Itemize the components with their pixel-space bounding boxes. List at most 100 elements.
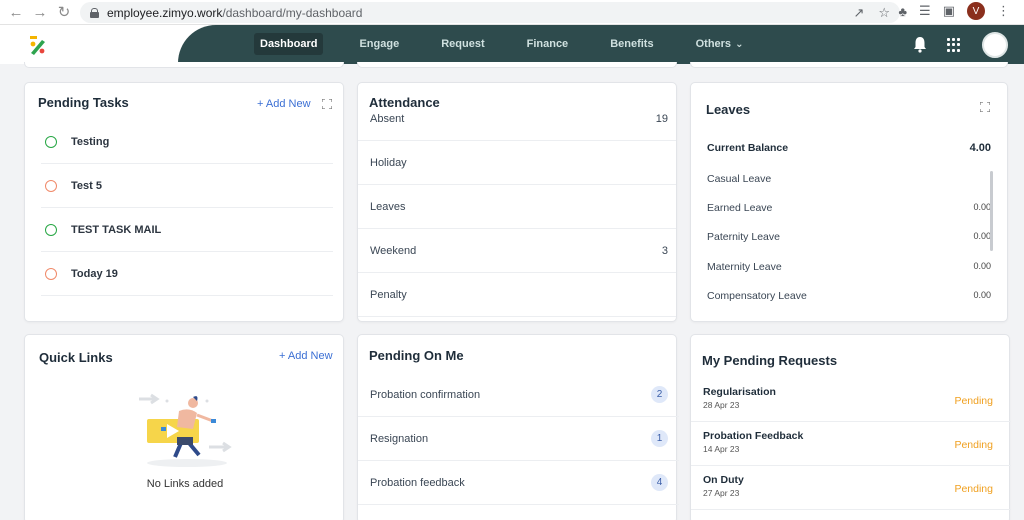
pending-item[interactable]: Probation confirmation 2 xyxy=(358,373,679,417)
task-label: Testing xyxy=(71,135,110,148)
card-edge xyxy=(24,62,344,68)
address-bar[interactable]: employee.zimyo.work/dashboard/my-dashboa… xyxy=(80,2,900,23)
attendance-label: Penalty xyxy=(370,288,407,301)
quick-links-card: Quick Links + Add New No Links added xyxy=(24,334,344,520)
empty-links-message: No Links added xyxy=(146,478,224,490)
attendance-list[interactable]: Absent 19 Holiday Leaves Weekend 3 Penalty xyxy=(358,113,676,321)
task-label: TEST TASK MAIL xyxy=(71,223,162,236)
attendance-row: Absent 19 xyxy=(358,113,676,141)
sidepanel-icon[interactable]: ▣ xyxy=(943,3,955,19)
quick-links-title: Quick Links xyxy=(39,350,113,365)
media-icon[interactable]: ☰ xyxy=(919,3,931,19)
main-nav: Dashboard Engage Request Finance Benefit… xyxy=(254,33,779,55)
zimyo-logo[interactable] xyxy=(27,34,49,56)
task-item[interactable]: TEST TASK MAIL xyxy=(41,208,333,252)
attendance-card: Attendance Absent 19 Holiday Leaves Weeke… xyxy=(357,82,677,322)
lock-icon xyxy=(90,7,99,18)
pending-tasks-title: Pending Tasks xyxy=(38,95,129,110)
leave-type-label: Maternity Leave xyxy=(707,261,782,273)
task-item[interactable]: Test 5 xyxy=(41,164,333,208)
expand-icon[interactable] xyxy=(322,99,332,109)
request-status: Pending xyxy=(954,483,993,495)
bell-icon[interactable] xyxy=(912,35,928,53)
reload-icon[interactable]: ↻ xyxy=(52,0,76,24)
nav-others[interactable]: Others ⌄ xyxy=(690,33,750,55)
request-title: On Duty xyxy=(703,474,744,486)
share-icon[interactable]: ↗ xyxy=(853,5,864,21)
nav-others-label: Others xyxy=(695,38,732,50)
request-item[interactable]: On Duty 27 Apr 23 Pending xyxy=(691,466,1011,510)
attendance-row: Penalty xyxy=(358,273,676,317)
apps-grid-icon[interactable] xyxy=(947,38,961,52)
request-title: Probation Feedback xyxy=(703,430,804,442)
count-badge: 4 xyxy=(651,474,668,491)
empty-state-illustration xyxy=(139,393,232,467)
status-circle-icon xyxy=(45,267,57,280)
attendance-label: Weekend xyxy=(370,244,417,257)
attendance-title: Attendance xyxy=(369,95,440,110)
leaves-title: Leaves xyxy=(706,102,751,117)
task-item[interactable]: Testing xyxy=(41,120,333,164)
leave-type-value: 0.00 xyxy=(973,231,991,241)
attendance-label: Holiday xyxy=(370,156,407,169)
request-status: Pending xyxy=(954,439,993,451)
nav-request[interactable]: Request xyxy=(435,33,490,55)
add-task-button[interactable]: + Add New xyxy=(257,98,311,110)
pending-on-me-title: Pending On Me xyxy=(369,348,464,363)
bookmark-star-icon[interactable]: ☆ xyxy=(878,5,890,21)
app-header: Dashboard Engage Request Finance Benefit… xyxy=(0,25,1024,64)
request-item[interactable]: Probation Feedback 14 Apr 23 Pending xyxy=(691,422,1011,466)
leave-type-value: 0.00 xyxy=(973,261,991,271)
add-link-button[interactable]: + Add New xyxy=(279,350,333,362)
leave-type-row: Paternity Leave 0.00 xyxy=(707,231,991,243)
user-avatar[interactable] xyxy=(982,32,1008,58)
attendance-row: Holiday xyxy=(358,141,676,185)
status-circle-icon xyxy=(45,223,57,236)
url-domain: employee.zimyo.work xyxy=(107,5,223,20)
current-balance-value: 4.00 xyxy=(969,142,991,154)
browser-profile-avatar[interactable]: V xyxy=(967,2,985,20)
card-edge xyxy=(690,62,1008,68)
my-pending-requests-title: My Pending Requests xyxy=(702,353,838,368)
nav-dashboard[interactable]: Dashboard xyxy=(254,33,324,55)
leaves-scrollbar[interactable] xyxy=(990,171,993,251)
browser-menu-icon[interactable]: ⋮ xyxy=(997,3,1010,19)
pending-on-me-card: Pending On Me Probation confirmation 2 Re… xyxy=(357,334,679,520)
leave-type-row: Compensatory Leave 0.00 xyxy=(707,290,991,302)
nav-engage[interactable]: Engage xyxy=(353,33,405,55)
task-label: Today 19 xyxy=(71,267,118,280)
extensions-icon[interactable]: ♣ xyxy=(899,4,908,19)
request-status: Pending xyxy=(954,395,993,407)
attendance-row: Weekend 3 xyxy=(358,229,676,273)
request-date: 14 Apr 23 xyxy=(703,444,740,454)
pending-item[interactable]: Resignation 1 xyxy=(358,417,679,461)
attendance-label: Leaves xyxy=(370,200,406,213)
leave-type-label: Casual Leave xyxy=(707,173,772,185)
count-badge: 2 xyxy=(651,386,668,403)
leave-type-label: Earned Leave xyxy=(707,202,773,214)
pending-item-label: Resignation xyxy=(370,432,429,445)
status-circle-icon xyxy=(45,179,57,192)
leave-type-label: Paternity Leave xyxy=(707,231,780,243)
count-badge: 1 xyxy=(651,430,668,447)
request-date: 27 Apr 23 xyxy=(703,488,740,498)
current-balance-label: Current Balance xyxy=(707,142,789,154)
attendance-row: Leaves xyxy=(358,185,676,229)
forward-icon[interactable]: → xyxy=(28,0,52,24)
leave-type-value: 0.00 xyxy=(973,202,991,212)
back-icon[interactable]: ← xyxy=(4,0,28,24)
pending-item-label: Probation feedback xyxy=(370,476,465,489)
leave-type-row: Casual Leave xyxy=(707,173,991,185)
expand-icon[interactable] xyxy=(980,102,990,112)
pending-item[interactable]: Probation feedback 4 xyxy=(358,461,679,505)
current-balance-row: Current Balance 4.00 xyxy=(707,142,991,154)
task-item[interactable]: Today 19 xyxy=(41,252,333,296)
nav-benefits[interactable]: Benefits xyxy=(604,33,659,55)
nav-finance[interactable]: Finance xyxy=(521,33,575,55)
leaves-card: Leaves Current Balance 4.00 Casual Leave… xyxy=(690,82,1008,322)
attendance-value: 3 xyxy=(661,244,668,257)
card-edge xyxy=(357,62,677,68)
request-title: Regularisation xyxy=(703,386,776,398)
pending-item-label: Probation confirmation xyxy=(370,388,481,401)
request-item[interactable]: Regularisation 28 Apr 23 Pending xyxy=(691,378,1011,422)
